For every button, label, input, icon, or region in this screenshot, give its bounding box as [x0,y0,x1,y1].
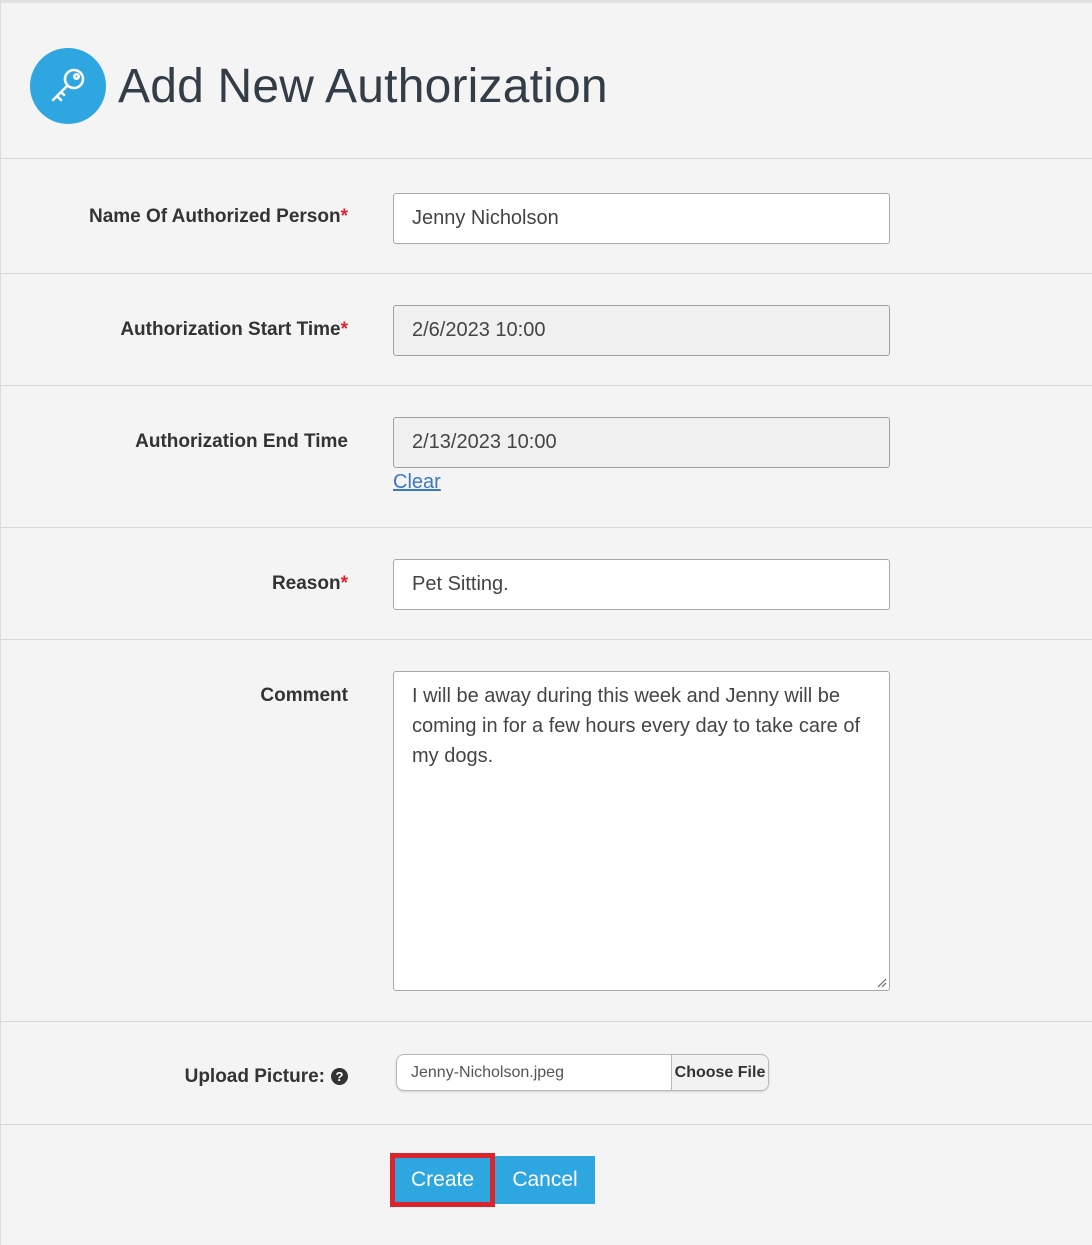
comment-textarea[interactable]: I will be away during this week and Jenn… [393,671,890,991]
authorization-panel: Add New Authorization Name Of Authorized… [0,0,1092,1245]
required-mark: * [340,319,348,340]
reason-label: Reason* [272,573,348,595]
required-mark: * [340,206,348,227]
create-button[interactable]: Create [390,1153,495,1207]
question-circle-icon[interactable]: ? [331,1068,348,1085]
name-row: Name Of Authorized Person* Jenny Nichols… [1,159,1092,274]
reason-row: Reason* Pet Sitting. [1,528,1092,640]
name-label: Name Of Authorized Person* [89,206,348,228]
upload-row: Upload Picture:? Jenny-Nicholson.jpeg Ch… [1,1022,1092,1125]
start-time-label-text: Authorization Start Time [120,319,341,340]
comment-label: Comment [260,685,348,706]
page-header: Add New Authorization [1,3,1092,159]
upload-label-text: Upload Picture: [184,1066,325,1087]
start-time-input[interactable]: 2/6/2023 10:00 [393,305,890,356]
end-time-row: Authorization End Time 2/13/2023 10:00 C… [1,386,1092,528]
required-mark: * [340,573,348,594]
choose-file-button[interactable]: Choose File [671,1055,768,1090]
name-input[interactable]: Jenny Nicholson [393,193,890,244]
key-icon [30,48,106,124]
name-label-text: Name Of Authorized Person [88,206,341,227]
comment-row: Comment I will be away during this week … [1,640,1092,1022]
end-time-input[interactable]: 2/13/2023 10:00 [393,417,890,468]
file-upload-input[interactable]: Jenny-Nicholson.jpeg Choose File [396,1054,769,1091]
selected-file-name: Jenny-Nicholson.jpeg [411,1064,564,1081]
comment-text: I will be away during this week and Jenn… [412,685,860,767]
end-time-label: Authorization End Time [135,431,348,452]
reason-input[interactable]: Pet Sitting. [393,559,890,610]
reason-label-text: Reason [271,573,341,594]
cancel-button[interactable]: Cancel [495,1156,595,1204]
clear-end-time-link[interactable]: Clear [393,471,441,494]
page-title: Add New Authorization [118,60,608,113]
start-time-label: Authorization Start Time* [120,319,348,341]
start-time-row: Authorization Start Time* 2/6/2023 10:00 [1,274,1092,386]
upload-label: Upload Picture:? [185,1066,348,1088]
resize-grip-icon[interactable] [875,976,887,988]
